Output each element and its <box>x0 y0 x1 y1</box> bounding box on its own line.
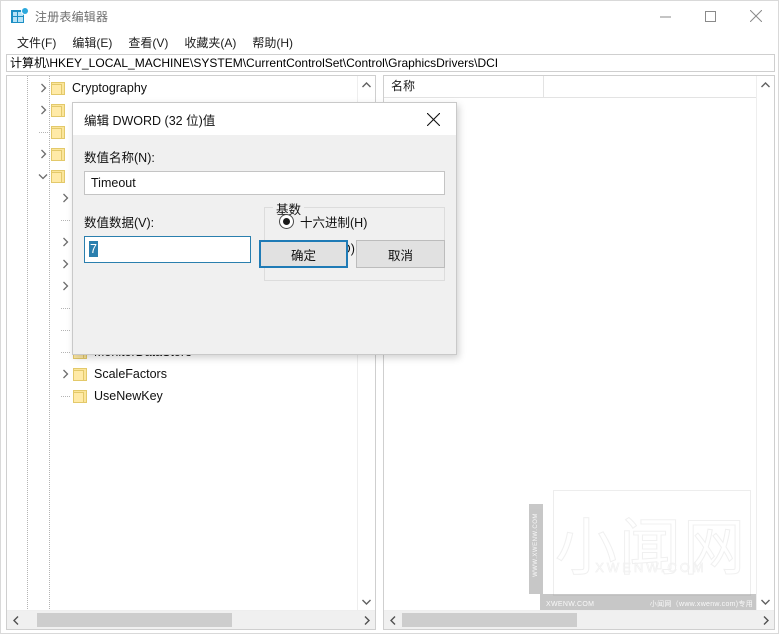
menu-edit[interactable]: 编辑(E) <box>65 32 119 53</box>
scroll-right-icon[interactable] <box>358 611 375 629</box>
tree-item-content[interactable]: Cryptography <box>51 77 149 99</box>
values-column-header: 名称 <box>384 76 774 98</box>
title-bar: 注册表编辑器 <box>1 1 778 31</box>
values-vertical-scrollbar[interactable] <box>756 76 774 610</box>
site-watermark: WWW.XWENW.COM 小闻网 XWENW.COM XWENW.COM 小闻… <box>529 486 761 614</box>
watermark-strip-right: 小闻网（www.xwenw.com)专用 <box>649 601 753 608</box>
dialog-buttons: 确定 取消 <box>259 240 445 268</box>
menu-bar: 文件(F) 编辑(E) 查看(V) 收藏夹(A) 帮助(H) <box>1 31 778 53</box>
folder-icon <box>51 103 65 117</box>
menu-file[interactable]: 文件(F) <box>10 32 63 53</box>
folder-icon <box>51 169 65 183</box>
registry-path: 计算机\HKEY_LOCAL_MACHINE\SYSTEM\CurrentCon… <box>10 56 499 70</box>
tree-item-label: ScaleFactors <box>94 367 167 381</box>
watermark-strip-left: XWENW.COM <box>546 600 595 608</box>
base-option-hex-label: 十六进制(H) <box>300 215 368 230</box>
value-data-input[interactable]: 7 <box>84 236 251 263</box>
watermark-frame <box>553 490 751 596</box>
tree-item-scalefactors[interactable]: ScaleFactors <box>7 363 359 385</box>
tree-hscroll-thumb[interactable] <box>37 613 232 627</box>
tree-leaf-marker <box>35 121 51 143</box>
folder-icon <box>51 125 65 139</box>
watermark-side-text: WWW.XWENW.COM <box>533 513 539 577</box>
folder-icon <box>51 147 65 161</box>
watermark-side-strip: WWW.XWENW.COM <box>529 504 543 594</box>
window-title: 注册表编辑器 <box>35 9 109 24</box>
chevron-right-icon[interactable] <box>57 253 73 275</box>
chevron-right-icon[interactable] <box>57 363 73 385</box>
value-name-input[interactable]: Timeout <box>84 171 445 195</box>
dialog-title: 编辑 DWORD (32 位)值 <box>84 113 216 128</box>
close-button[interactable] <box>733 1 778 31</box>
menu-help[interactable]: 帮助(H) <box>245 32 300 53</box>
folder-icon <box>51 81 65 95</box>
radio-hex-icon <box>279 213 294 229</box>
values-scroll-right-icon[interactable] <box>757 611 774 629</box>
dialog-close-icon[interactable] <box>411 103 456 135</box>
tree-leaf-marker <box>57 341 73 363</box>
scroll-down-icon[interactable] <box>358 593 375 610</box>
tree-item-content[interactable]: ScaleFactors <box>73 363 169 385</box>
menu-favorites[interactable]: 收藏夹(A) <box>177 32 243 53</box>
values-horizontal-scrollbar[interactable] <box>384 610 774 629</box>
menu-view[interactable]: 查看(V) <box>121 32 175 53</box>
values-hscroll-thumb[interactable] <box>402 613 577 627</box>
tree-item-cryptography[interactable]: Cryptography <box>7 77 359 99</box>
dialog-body: 数值名称(N): Timeout 数值数据(V): 7 基数 十六进制(H) 确… <box>73 147 456 281</box>
tree-item-usenewkey[interactable]: UseNewKey <box>7 385 359 407</box>
chevron-right-icon[interactable] <box>57 231 73 253</box>
tree-leaf-marker <box>57 209 73 231</box>
folder-icon <box>73 389 87 403</box>
watermark-url: XWENW.COM <box>595 560 707 576</box>
scroll-left-icon[interactable] <box>7 611 24 629</box>
chevron-right-icon[interactable] <box>57 275 73 297</box>
maximize-button[interactable] <box>688 1 733 31</box>
address-bar[interactable]: 计算机\HKEY_LOCAL_MACHINE\SYSTEM\CurrentCon… <box>6 54 775 72</box>
minimize-button[interactable] <box>643 1 688 31</box>
value-data-selected-text: 7 <box>89 241 98 257</box>
dialog-title-bar: 编辑 DWORD (32 位)值 <box>73 103 456 135</box>
watermark-characters: 小闻网 <box>554 511 747 585</box>
values-scroll-up-icon[interactable] <box>757 76 774 93</box>
cancel-button[interactable]: 取消 <box>356 240 445 268</box>
values-scroll-left-icon[interactable] <box>384 611 401 629</box>
tree-item-label: UseNewKey <box>94 389 163 403</box>
chevron-down-icon[interactable] <box>35 165 51 187</box>
registry-editor-window: 注册表编辑器 文件(F) 编辑(E) 查看(V) 收藏夹(A) 帮助(H) 计算… <box>0 0 779 634</box>
tree-item-content[interactable]: UseNewKey <box>73 385 165 407</box>
chevron-right-icon[interactable] <box>57 187 73 209</box>
registry-editor-icon <box>11 8 28 24</box>
tree-leaf-marker <box>57 385 73 407</box>
value-data-column: 数值数据(V): 7 <box>84 200 264 281</box>
values-scroll-down-icon[interactable] <box>757 593 774 610</box>
value-name-label: 数值名称(N): <box>84 151 155 165</box>
window-controls <box>643 1 778 31</box>
chevron-right-icon[interactable] <box>35 143 51 165</box>
column-name[interactable]: 名称 <box>384 76 544 97</box>
chevron-right-icon[interactable] <box>35 77 51 99</box>
tree-horizontal-scrollbar[interactable] <box>7 610 375 629</box>
folder-icon <box>73 367 87 381</box>
edit-dword-dialog: 编辑 DWORD (32 位)值 数值名称(N): Timeout 数值数据(V… <box>72 102 457 355</box>
tree-leaf-marker <box>57 297 73 319</box>
chevron-right-icon[interactable] <box>35 99 51 121</box>
tree-leaf-marker <box>57 319 73 341</box>
value-data-label: 数值数据(V): <box>84 216 155 230</box>
scroll-up-icon[interactable] <box>358 76 375 93</box>
ok-button[interactable]: 确定 <box>259 240 348 268</box>
tree-item-label: Cryptography <box>72 81 148 95</box>
